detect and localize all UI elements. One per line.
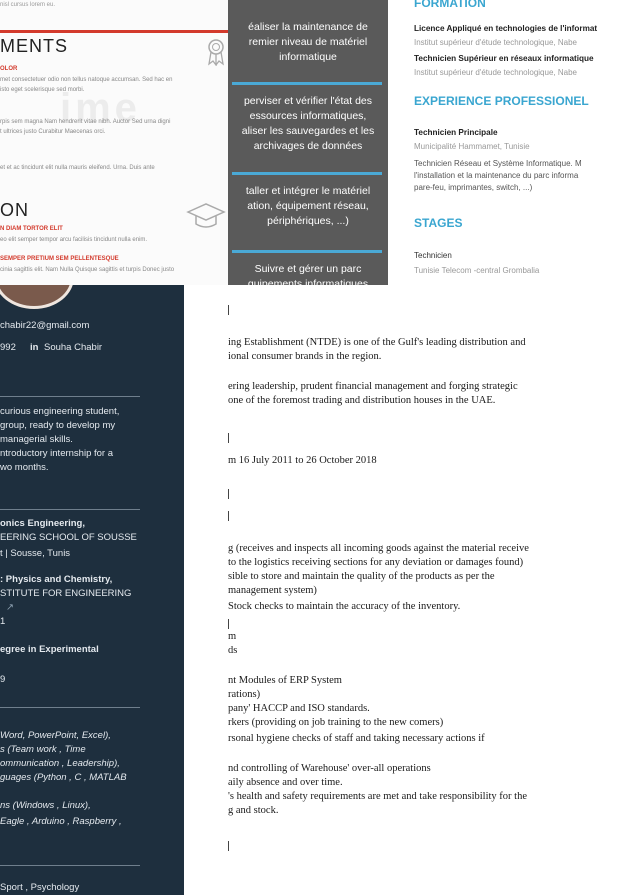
email-text: chabir22@gmail.com [0,320,90,331]
body-line: rsonal hygiene checks of staff and takin… [228,733,485,744]
task-divider-3 [232,250,382,253]
body-line: ds [228,645,238,656]
skills-line-1: Word, PowerPoint, Excel), [0,730,111,741]
stages-title: STAGES [414,216,463,230]
paragraph-5: cinia sagittis elit. Nam Nulla Quisque s… [0,267,175,273]
skills-line-5: ns (Windows , Linux), [0,800,91,811]
graduation-cap-icon [186,200,226,235]
profile-line-5: wo months. [0,462,49,473]
body-line: rations) [228,689,261,700]
body-line: pany' HACCP and ISO standards. [228,703,370,714]
body-line: g (receives and inspects all incoming go… [228,543,529,554]
stage-place: Tunisie Telecom -central Grombalia [414,266,540,275]
red-divider [0,30,232,33]
divider-2 [0,509,140,510]
profile-line-2: group, ready to develop my [0,420,116,431]
edge-mark [228,305,229,315]
education-1-place: t | Sousse, Tunis [0,548,71,559]
paragraph-1: met consectetuer odio non tellus natoque… [0,77,173,83]
avatar [0,285,74,309]
formation-panel: FORMATION Licence Appliqué en technologi… [388,0,640,287]
education-2-year: 1 [0,616,6,627]
section-heading-2: ON [0,200,29,220]
paragraph-4: eo elit semper tempor arcu facilisis tin… [0,237,148,243]
experience-title: EXPERIENCE PROFESSIONEL [414,94,589,108]
education-2-title: : Physics and Chemistry, [0,574,113,585]
education-3-year: 9 [0,674,6,685]
navy-sidebar: chabir22@gmail.com 992 in Souha Chabir c… [0,285,184,895]
education-1-title: onics Engineering, [0,518,85,529]
school-2: Institut supérieur d'étude technologique… [414,68,577,77]
edge-mark [228,489,229,499]
body-line: ering leadership, prudent financial mana… [228,381,518,392]
school-1: Institut supérieur d'étude technologique… [414,38,577,47]
profile-line-1: curious engineering student, [0,406,120,417]
job-place: Municipalité Hammamet, Tunisie [414,142,530,151]
hobbies-text: Sport , Psychology [0,882,80,893]
divider-3 [0,707,140,708]
task-item-3: taller et intégrer le matériel ation, éq… [245,185,371,227]
education-2-school: STITUTE FOR ENGINEERING [0,588,132,599]
linkedin-name[interactable]: Souha Chabir [44,341,102,354]
job-desc-2: l'installation et la maintenance du parc… [414,171,579,180]
divider-1 [0,396,140,397]
profile-line-3: managerial skills. [0,434,73,445]
paragraph-2b: t ultrices justo Curabitur Maecenas orci… [0,129,106,135]
body-line: management system) [228,585,317,596]
linkedin-icon: in [30,342,39,353]
body-line: 's health and safety requirements are me… [228,791,527,802]
body-line: m 16 July 2011 to 26 October 2018 [228,455,377,466]
body-line: nd controlling of Warehouse' over-all op… [228,763,431,774]
job-desc-1: Technicien Réseau et Système Informatiqu… [414,159,582,168]
resume-tile-light: nisl cursus lorem eu. MENTS OLOR met con… [0,0,232,285]
body-line: Stock checks to maintain the accuracy of… [228,601,461,612]
link-icon[interactable]: ↗ [6,601,14,614]
divider-4 [0,865,140,866]
scanned-cv-page: ing Establishment (NTDE) is one of the G… [184,285,640,895]
task-divider-1 [232,82,382,85]
edge-mark [228,619,229,629]
body-line: aily absence and over time. [228,777,343,788]
edge-mark [228,433,229,443]
body-line: ional consumer brands in the region. [228,351,382,362]
degree-1: Licence Appliqué en technologies de l'in… [414,24,598,33]
skills-line-3: ommunication , Leadership), [0,758,120,769]
stage-title: Technicien [414,251,452,260]
award-icon [204,38,228,71]
task-item-2: perviser et vérifier l'état des essource… [241,95,375,152]
edge-mark [228,841,229,851]
body-line: g and stock. [228,805,279,816]
section-heading-1: MENTS [0,36,68,56]
degree-2: Technicien Supérieur en réseaux informat… [414,54,594,63]
task-item-1: éaliser la maintenance de remier niveau … [248,21,368,63]
education-1-school: EERING SCHOOL OF SOUSSE [0,532,137,543]
subheading-1: OLOR [0,66,18,72]
job-title: Technicien Principale [414,128,498,137]
phone-text: 992 [0,342,16,353]
paragraph-3: et et ac tincidunt elit nulla mauris ele… [0,165,155,171]
body-line: nt Modules of ERP System [228,675,342,686]
dark-task-panel: éaliser la maintenance de remier niveau … [228,0,388,287]
task-item-4: Suivre et gérer un parc quipements infor… [247,263,369,287]
body-line: one of the foremost trading and distribu… [228,395,496,406]
body-line: ing Establishment (NTDE) is one of the G… [228,337,526,348]
top-text: nisl cursus lorem eu. [0,2,56,8]
body-line: sible to store and maintain the quality … [228,571,495,582]
edge-mark [228,511,229,521]
education-3-title: egree in Experimental [0,644,99,655]
skills-line-6: Eagle , Arduino , Raspberry , [0,816,122,827]
body-line: to the logistics receiving sections for … [228,557,524,568]
body-line: m [228,631,237,642]
skills-line-2: s (Team work , Time [0,744,86,755]
task-divider-2 [232,172,382,175]
formation-title: FORMATION [414,0,486,10]
profile-line-4: ntroductory internship for a [0,448,114,459]
subheading-2: N DIAM TORTOR ELIT [0,226,63,232]
paragraph-2: rpis sem magna Nam hendrerit vitae nibh.… [0,119,171,125]
body-line: rkers (providing on job training to the … [228,717,444,728]
subheading-3: SEMPER PRETIUM SEM PELLENTESQUE [0,256,119,262]
skills-line-4: guages (Python , C , MATLAB [0,772,127,783]
job-desc-3: pare-feu, imprimantes, switch, ...) [414,183,533,192]
